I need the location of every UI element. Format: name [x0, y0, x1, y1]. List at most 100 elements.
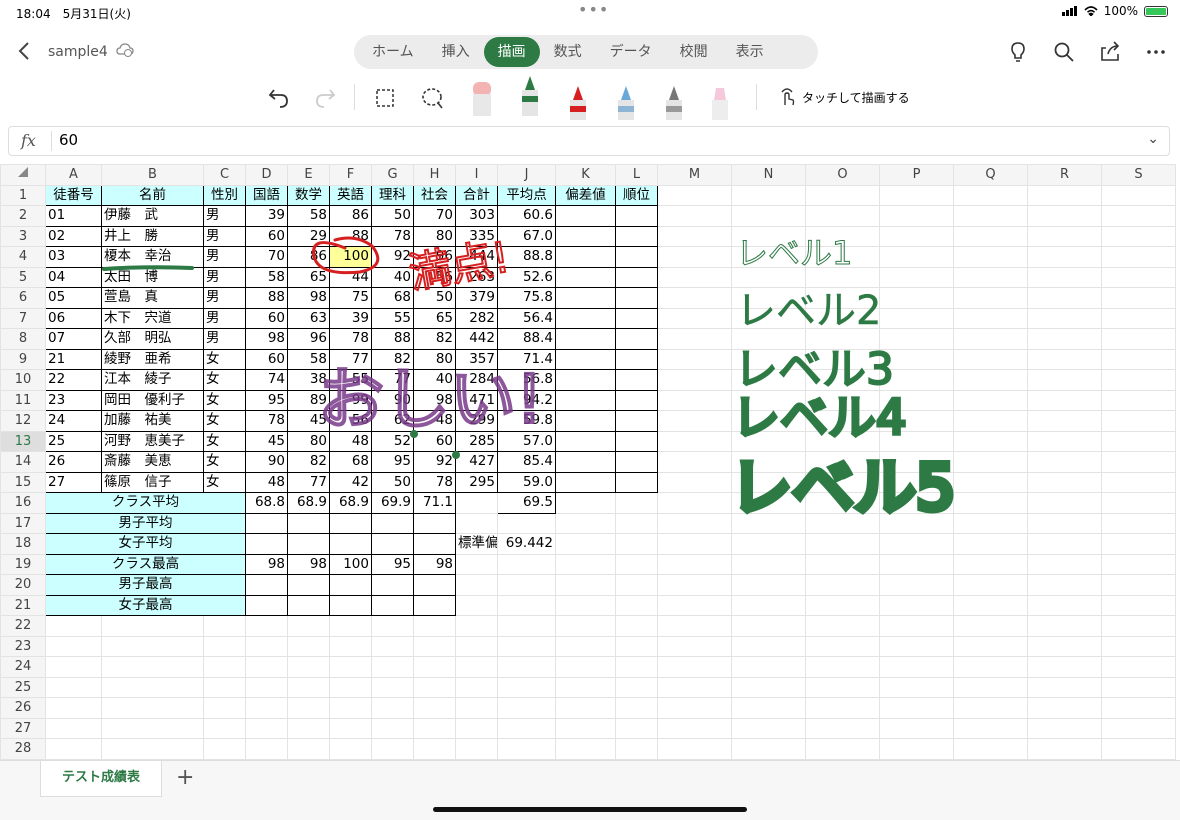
cell[interactable]: [101, 717, 204, 739]
spreadsheet-grid[interactable]: A B C D E F G H I J K L M N O P Q R S 1 徒番号 名前 性別 国語 数学 英語 理科 社会 合計平…: [0, 164, 1180, 760]
cell[interactable]: [555, 369, 616, 391]
cell[interactable]: [879, 492, 954, 514]
cell[interactable]: 22: [45, 369, 102, 391]
cell[interactable]: [657, 389, 732, 411]
cell[interactable]: [245, 697, 288, 719]
cell[interactable]: [329, 676, 372, 698]
cell[interactable]: [497, 574, 556, 596]
cell[interactable]: 50: [413, 287, 456, 309]
cell[interactable]: [497, 738, 556, 760]
cell[interactable]: [203, 656, 246, 678]
highlighter-pink-icon[interactable]: [706, 82, 734, 120]
cell[interactable]: 河野 恵美子: [101, 430, 204, 452]
cell[interactable]: [805, 205, 880, 227]
cell[interactable]: 70: [245, 246, 288, 268]
cell[interactable]: [657, 553, 732, 575]
row-header[interactable]: 4: [0, 246, 46, 268]
cell[interactable]: [879, 266, 954, 288]
row-header[interactable]: 8: [0, 328, 46, 350]
cell[interactable]: 80: [413, 348, 456, 370]
cell[interactable]: [371, 676, 414, 698]
cell[interactable]: 96: [287, 328, 330, 350]
cell[interactable]: [805, 594, 880, 616]
cell[interactable]: [455, 656, 498, 678]
cell[interactable]: [329, 533, 372, 555]
cell[interactable]: [879, 287, 954, 309]
cell[interactable]: [1101, 492, 1176, 514]
cell[interactable]: [657, 697, 732, 719]
cell[interactable]: [455, 553, 498, 575]
cell[interactable]: 25: [45, 430, 102, 452]
cell[interactable]: [555, 410, 616, 432]
cell[interactable]: 萱島 真: [101, 287, 204, 309]
row-header[interactable]: 21: [0, 594, 46, 616]
column-header-j[interactable]: J: [497, 164, 556, 186]
cell[interactable]: 岡田 優利子: [101, 389, 204, 411]
cell[interactable]: [101, 656, 204, 678]
cell[interactable]: 女: [203, 451, 246, 473]
cell[interactable]: 04: [45, 266, 102, 288]
cell[interactable]: [555, 389, 616, 411]
cell[interactable]: 71.4: [497, 348, 556, 370]
cell[interactable]: [657, 246, 732, 268]
cell[interactable]: 98: [287, 553, 330, 575]
cell[interactable]: [731, 594, 806, 616]
row-header[interactable]: 20: [0, 574, 46, 596]
cell[interactable]: [731, 492, 806, 514]
cell[interactable]: 女: [203, 471, 246, 493]
cell[interactable]: [497, 594, 556, 616]
cell[interactable]: [879, 205, 954, 227]
cell[interactable]: 標準偏差: [455, 533, 498, 555]
cell[interactable]: [657, 328, 732, 350]
cell[interactable]: 284: [455, 369, 498, 391]
column-header-e[interactable]: E: [287, 164, 330, 186]
column-header-m[interactable]: M: [657, 164, 732, 186]
cell[interactable]: [329, 717, 372, 739]
cell[interactable]: 427: [455, 451, 498, 473]
cell[interactable]: [497, 553, 556, 575]
cell[interactable]: [45, 697, 102, 719]
cell[interactable]: [615, 635, 658, 657]
cell[interactable]: [1027, 430, 1102, 452]
cell[interactable]: 男: [203, 307, 246, 329]
row-header[interactable]: 17: [0, 512, 46, 534]
row-header[interactable]: 11: [0, 389, 46, 411]
cell[interactable]: [1027, 697, 1102, 719]
cell[interactable]: [555, 553, 616, 575]
cell[interactable]: [731, 410, 806, 432]
cell[interactable]: 60: [413, 430, 456, 452]
row-header[interactable]: 13: [0, 430, 46, 452]
cell[interactable]: [615, 656, 658, 678]
cell[interactable]: [953, 287, 1028, 309]
cell[interactable]: [731, 348, 806, 370]
cell[interactable]: [497, 512, 556, 534]
column-header-c[interactable]: C: [203, 164, 246, 186]
cell[interactable]: [1101, 512, 1176, 534]
cell[interactable]: [615, 205, 658, 227]
cell[interactable]: 471: [455, 389, 498, 411]
column-header-d[interactable]: D: [245, 164, 288, 186]
cell[interactable]: [879, 656, 954, 678]
summary-label[interactable]: クラス平均: [45, 492, 246, 514]
cell[interactable]: [1027, 184, 1102, 206]
cell[interactable]: 38: [287, 369, 330, 391]
cell[interactable]: [953, 635, 1028, 657]
cell[interactable]: [329, 615, 372, 637]
cell[interactable]: 80: [413, 225, 456, 247]
cell[interactable]: 58: [287, 348, 330, 370]
cell[interactable]: [245, 717, 288, 739]
cell[interactable]: [1027, 205, 1102, 227]
cell[interactable]: [615, 389, 658, 411]
cell[interactable]: [805, 615, 880, 637]
cell[interactable]: 63: [287, 307, 330, 329]
cell[interactable]: [1101, 676, 1176, 698]
cell[interactable]: [1027, 369, 1102, 391]
cell[interactable]: [455, 574, 498, 596]
cell[interactable]: [731, 246, 806, 268]
cell[interactable]: [413, 656, 456, 678]
cell[interactable]: [657, 574, 732, 596]
cell[interactable]: [805, 430, 880, 452]
cell[interactable]: 木下 宍道: [101, 307, 204, 329]
cell[interactable]: 99: [329, 389, 372, 411]
cell[interactable]: [879, 615, 954, 637]
